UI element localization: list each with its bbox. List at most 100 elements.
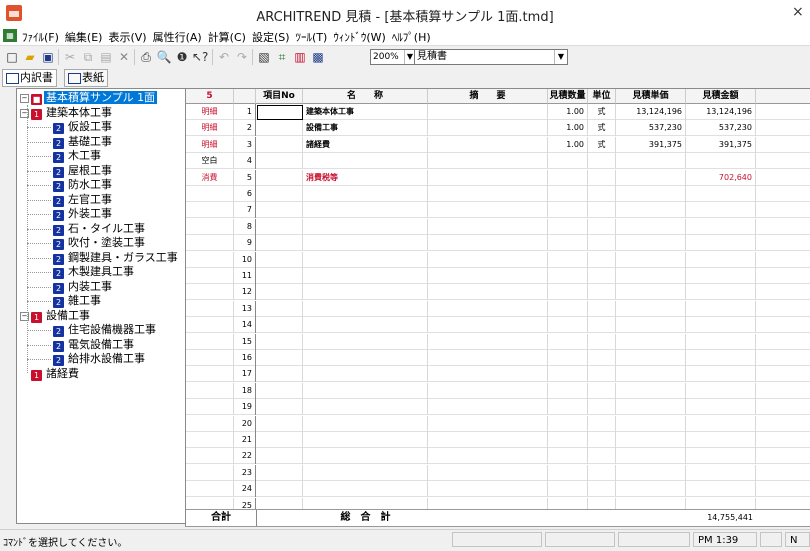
table-row[interactable]: 9 xyxy=(186,235,810,252)
amount-cell[interactable]: 537,230 xyxy=(686,120,756,137)
amount-cell[interactable] xyxy=(686,284,756,301)
price-cell[interactable] xyxy=(616,415,686,432)
menu-settings[interactable]: 設定(S) xyxy=(252,29,290,45)
extra-cell[interactable] xyxy=(756,219,810,235)
unit-cell[interactable] xyxy=(588,382,616,399)
table-row[interactable]: 明細 3 諸経費 1.00 式 391,375 391,375 xyxy=(186,136,810,153)
summary-cell[interactable] xyxy=(428,153,548,170)
copy-icon[interactable]: ⧉ xyxy=(80,49,96,65)
table-row[interactable]: 15 xyxy=(186,333,810,350)
amount-cell[interactable] xyxy=(686,366,756,383)
item-no-cell[interactable] xyxy=(256,136,303,153)
tab-breakdown[interactable]: 内訳書 xyxy=(2,69,57,87)
summary-cell[interactable] xyxy=(428,136,548,153)
name-cell[interactable] xyxy=(303,481,428,498)
table-row[interactable]: 21 xyxy=(186,432,810,448)
table-row[interactable]: 12 xyxy=(186,284,810,301)
quantity-cell[interactable] xyxy=(548,333,588,350)
table-row[interactable]: 11 xyxy=(186,268,810,284)
price-cell[interactable] xyxy=(616,284,686,301)
item-no-cell[interactable] xyxy=(256,481,303,498)
summary-cell[interactable] xyxy=(428,350,548,366)
row-number-cell[interactable]: 8 xyxy=(234,218,256,235)
item-no-cell[interactable] xyxy=(256,464,303,481)
info-icon[interactable]: ❶ xyxy=(174,49,190,65)
save-icon[interactable]: ▣ xyxy=(40,49,56,65)
amount-cell[interactable] xyxy=(686,202,756,219)
tree-group[interactable]: −1 建築本体工事 xyxy=(20,106,114,120)
row-type-cell[interactable]: 空白 xyxy=(186,153,234,170)
price-cell[interactable]: 537,230 xyxy=(616,120,686,137)
price-cell[interactable] xyxy=(616,251,686,268)
price-cell[interactable] xyxy=(616,186,686,202)
item-no-cell[interactable] xyxy=(256,120,303,137)
menu-edit[interactable]: 編集(E) xyxy=(65,29,103,45)
name-cell[interactable] xyxy=(303,153,428,170)
amount-cell[interactable] xyxy=(686,268,756,284)
tree-item[interactable]: 2 基礎工事 xyxy=(53,135,114,149)
row-type-cell[interactable]: 明細 xyxy=(186,120,234,137)
price-cell[interactable] xyxy=(616,317,686,334)
price-cell[interactable] xyxy=(616,350,686,366)
amount-cell[interactable] xyxy=(686,432,756,448)
amount-cell[interactable] xyxy=(686,218,756,235)
delete-icon[interactable]: ✕ xyxy=(116,49,132,65)
row-number-cell[interactable]: 13 xyxy=(234,300,256,317)
name-cell[interactable]: 諸経費 xyxy=(303,136,428,153)
name-cell[interactable] xyxy=(303,415,428,432)
item-no-cell[interactable] xyxy=(256,333,303,350)
summary-cell[interactable] xyxy=(428,432,548,448)
tree-item[interactable]: 2 左官工事 xyxy=(53,193,114,207)
unit-cell[interactable] xyxy=(588,317,616,334)
row-type-cell[interactable]: 明細 xyxy=(186,136,234,153)
chevron-down-icon[interactable]: ▼ xyxy=(554,50,567,64)
sheet-icon[interactable]: ▧ xyxy=(256,49,272,65)
amount-cell[interactable] xyxy=(686,251,756,268)
menu-view[interactable]: 表示(V) xyxy=(108,29,146,45)
estimate-grid[interactable]: 5 項目No 名 称 摘 要 見積数量 単位 見積単価 見積金額 明細 1 建築本体… xyxy=(185,88,810,523)
item-no-cell[interactable] xyxy=(256,317,303,334)
menu-file[interactable]: ﾌｧｲﾙ(F) xyxy=(22,29,59,45)
item-no-cell[interactable] xyxy=(256,169,303,186)
name-cell[interactable] xyxy=(303,464,428,481)
amount-cell[interactable]: 391,375 xyxy=(686,136,756,153)
tree-item[interactable]: 2 木製建具工事 xyxy=(53,265,136,279)
table-row[interactable]: 19 xyxy=(186,399,810,416)
quantity-cell[interactable] xyxy=(548,153,588,170)
row-type-cell[interactable] xyxy=(186,300,234,317)
row-type-cell[interactable] xyxy=(186,366,234,383)
extra-cell[interactable] xyxy=(756,170,810,186)
row-number-cell[interactable]: 7 xyxy=(234,202,256,219)
tree-root[interactable]: − ■ 基本積算サンプル 1面 xyxy=(20,91,158,105)
price-cell[interactable] xyxy=(616,432,686,448)
extra-cell[interactable] xyxy=(756,301,810,317)
price-cell[interactable] xyxy=(616,382,686,399)
name-cell[interactable] xyxy=(303,399,428,416)
summary-cell[interactable] xyxy=(428,202,548,219)
quantity-cell[interactable] xyxy=(548,432,588,448)
quantity-cell[interactable] xyxy=(548,186,588,202)
row-type-cell[interactable] xyxy=(186,448,234,465)
unit-cell[interactable] xyxy=(588,268,616,284)
row-type-cell[interactable] xyxy=(186,317,234,334)
quantity-cell[interactable]: 1.00 xyxy=(548,120,588,137)
price-cell[interactable] xyxy=(616,268,686,284)
table-row[interactable]: 24 xyxy=(186,481,810,498)
quantity-cell[interactable] xyxy=(548,268,588,284)
amount-cell[interactable]: 702,640 xyxy=(686,169,756,186)
tree-group[interactable]: −1 設備工事 xyxy=(20,309,92,323)
row-type-cell[interactable] xyxy=(186,186,234,202)
row-type-cell[interactable] xyxy=(186,415,234,432)
name-cell[interactable] xyxy=(303,186,428,202)
row-number-cell[interactable]: 20 xyxy=(234,415,256,432)
unit-cell[interactable] xyxy=(588,481,616,498)
row-type-cell[interactable] xyxy=(186,399,234,416)
item-no-cell[interactable] xyxy=(256,284,303,301)
quantity-cell[interactable] xyxy=(548,300,588,317)
item-no-cell[interactable] xyxy=(256,235,303,252)
row-number-cell[interactable]: 15 xyxy=(234,333,256,350)
name-cell[interactable] xyxy=(303,366,428,383)
print-preview-icon[interactable]: 🔍 xyxy=(156,49,172,65)
unit-cell[interactable] xyxy=(588,300,616,317)
table-row[interactable]: 6 xyxy=(186,186,810,202)
